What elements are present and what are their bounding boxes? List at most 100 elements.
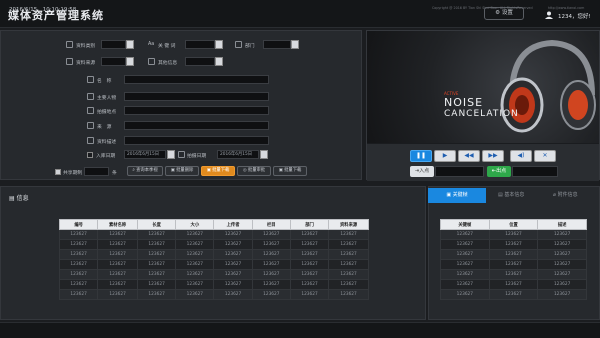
col-position[interactable]: 位置 xyxy=(488,219,539,230)
play-button[interactable]: ▶ xyxy=(434,150,456,162)
website-link[interactable]: http://www.tianoi.com xyxy=(548,6,584,10)
table-cell: 123627 xyxy=(251,229,291,240)
source-select[interactable] xyxy=(101,57,126,66)
table-row[interactable]: 123627 123627 123627 xyxy=(440,249,587,260)
table-cell: 123627 xyxy=(251,239,291,250)
other-info-dropdown-button[interactable] xyxy=(215,57,223,66)
date-filter-checkbox[interactable] xyxy=(87,152,93,158)
department-dropdown-button[interactable] xyxy=(291,40,299,49)
batch-delete-button[interactable]: ▣ 批量删除 xyxy=(165,166,199,176)
keyword-input[interactable] xyxy=(185,40,215,49)
table-row[interactable]: 123627 123627 123627 123627 123627 123627 1236… xyxy=(58,259,369,270)
table-cell: 123627 xyxy=(440,279,490,290)
label-shared-unit: 条 xyxy=(112,171,117,176)
mark-out-button[interactable]: ⇤出点 xyxy=(487,166,511,177)
keyframe-table: 关键帧 位置 描述 123627 123627 123627 123627 123627… xyxy=(440,219,587,300)
col-dept[interactable]: 部门 xyxy=(289,219,330,230)
date-to-input[interactable]: 2016年6月15日 xyxy=(217,150,259,159)
table-cell: 123627 xyxy=(289,239,330,250)
table-cell: 123627 xyxy=(136,229,177,240)
origin-input[interactable] xyxy=(124,121,269,130)
name-input[interactable] xyxy=(124,75,269,84)
video-preview[interactable]: ACTIVE NOISE CANCELATION xyxy=(367,31,599,143)
table-cell: 123627 xyxy=(175,249,215,260)
category-select[interactable] xyxy=(101,40,126,49)
table-row[interactable]: 123627 123627 123627 xyxy=(440,239,587,250)
table-cell: 123627 xyxy=(251,249,291,260)
location-input[interactable] xyxy=(124,106,269,115)
table-cell: 123627 xyxy=(175,229,215,240)
table-row[interactable]: 123627 123627 123627 123627 123627 123627 1236… xyxy=(58,279,369,290)
col-keyframe[interactable]: 关键帧 xyxy=(440,219,490,230)
query-button[interactable]: ⌕ 查询本季视 xyxy=(127,166,163,176)
col-length[interactable]: 长度 xyxy=(136,219,177,230)
col-column[interactable]: 栏目 xyxy=(251,219,291,230)
info-icon: ▤ xyxy=(9,195,15,202)
table-row[interactable]: 123627 123627 123627 123627 123627 123627 1236… xyxy=(58,239,369,250)
description-input[interactable] xyxy=(124,136,269,145)
table-cell: 123627 xyxy=(251,269,291,280)
person-input[interactable] xyxy=(124,92,269,101)
date-from-picker-button[interactable] xyxy=(167,150,175,159)
date-to-picker-button[interactable] xyxy=(260,150,268,159)
table-cell: 123627 xyxy=(136,279,177,290)
user-icon[interactable] xyxy=(545,11,553,19)
table-cell: 123627 xyxy=(213,239,253,250)
table-row[interactable]: 123627 123627 123627 xyxy=(440,289,587,300)
category-dropdown-button[interactable] xyxy=(126,40,134,49)
table-cell: 123627 xyxy=(328,249,369,260)
forward-button[interactable]: ▶▶ xyxy=(482,150,504,162)
col-size[interactable]: 大小 xyxy=(175,219,215,230)
shared-input[interactable] xyxy=(84,167,109,176)
table-row[interactable]: 123627 123627 123627 xyxy=(440,279,587,290)
table-row[interactable]: 123627 123627 123627 xyxy=(440,259,587,270)
date-from-input[interactable]: 2016年6月15日 xyxy=(124,150,166,159)
table-row[interactable]: 123627 123627 123627 xyxy=(440,229,587,240)
table-row[interactable]: 123627 123627 123627 123627 123627 123627 1236… xyxy=(58,269,369,280)
other-info-select[interactable] xyxy=(185,57,215,66)
col-uploader[interactable]: 上传者 xyxy=(213,219,253,230)
col-name[interactable]: 素材名称 xyxy=(97,219,138,230)
tab-keyframes[interactable]: ▣ 关键帧 xyxy=(428,188,486,203)
table-row[interactable]: 123627 123627 123627 xyxy=(440,269,587,280)
table-cell: 123627 xyxy=(289,229,330,240)
table-cell: 123627 xyxy=(289,279,330,290)
col-description[interactable]: 描述 xyxy=(537,219,587,230)
batch-export-button[interactable]: ▣ 批量下载 xyxy=(273,166,307,176)
export-icon: ▣ xyxy=(278,168,283,173)
table-row[interactable]: 123627 123627 123627 123627 123627 123627 1236… xyxy=(58,229,369,240)
info-panel: ▤ 信息 编号 素材名称 长度 大小 上传者 栏目 部门 资料来源 123627… xyxy=(0,186,426,320)
volume-button[interactable]: ◀) xyxy=(510,150,532,162)
department-select[interactable] xyxy=(263,40,291,49)
tab-basic-info[interactable]: ▤ 基本信息 xyxy=(498,188,524,203)
pause-button[interactable]: ❚❚ xyxy=(410,150,432,162)
table-cell: 123627 xyxy=(58,229,99,240)
batch-download-button[interactable]: ▣ 批量下载 xyxy=(201,166,235,176)
table-row[interactable]: 123627 123627 123627 123627 123627 123627 1236… xyxy=(58,289,369,300)
tab-attachments[interactable]: ⌀ 附件信息 xyxy=(553,188,578,203)
headline-2: CANCELATION xyxy=(444,109,519,119)
mark-in-button[interactable]: ⇥入点 xyxy=(410,166,434,177)
rewind-button[interactable]: ◀◀ xyxy=(458,150,480,162)
fullscreen-button[interactable]: ✕ xyxy=(534,150,556,162)
table-row[interactable]: 123627 123627 123627 123627 123627 123627 1236… xyxy=(58,249,369,260)
table-cell: 123627 xyxy=(58,289,99,300)
col-id[interactable]: 编号 xyxy=(58,219,99,230)
keyword-dropdown-button[interactable] xyxy=(215,40,223,49)
batch-approve-button[interactable]: ◎ 批量审批 xyxy=(237,166,271,176)
search-panel: 资料类别 Aa 关 键 词 部门 资料来源 其他信息 名 称 主要人物 拍摄地点… xyxy=(0,30,362,180)
shared-checkbox[interactable] xyxy=(55,169,61,175)
table-cell: 123627 xyxy=(213,279,253,290)
table-cell: 123627 xyxy=(537,279,587,290)
info-table: 编号 素材名称 长度 大小 上传者 栏目 部门 资料来源 123627 12362… xyxy=(58,219,369,300)
settings-label: 设置 xyxy=(501,10,513,16)
table-cell: 123627 xyxy=(537,259,587,270)
col-source[interactable]: 资料来源 xyxy=(328,219,369,230)
label-department: 部门 xyxy=(245,44,255,49)
other-info-icon xyxy=(148,58,155,65)
table-cell: 123627 xyxy=(488,249,539,260)
calendar-icon xyxy=(178,151,185,158)
source-dropdown-button[interactable] xyxy=(126,57,134,66)
label-date: 入库日期 xyxy=(96,154,116,159)
table-cell: 123627 xyxy=(328,279,369,290)
